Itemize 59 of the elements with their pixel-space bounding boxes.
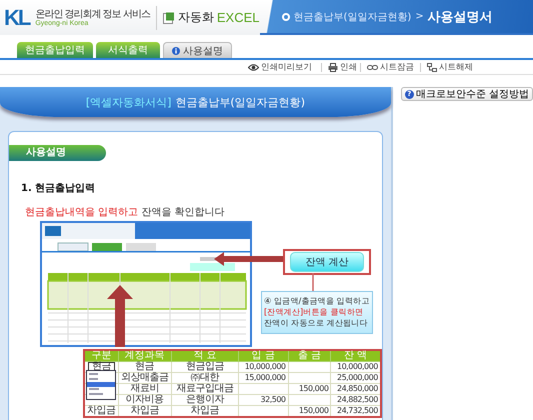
logo: KL xyxy=(4,6,30,28)
instruction-text: 현금출납내역을 입력하고 잔액을 확인합니다 xyxy=(25,206,226,219)
table-cell: 이자비용 xyxy=(126,394,164,405)
toolbar-link[interactable]: 시트해제 xyxy=(439,61,473,73)
spreadsheet-icon xyxy=(162,12,175,24)
step-title: 1. 현금출납입력 xyxy=(21,182,96,195)
service-name: 온라인 경리회계 정보 서비스 xyxy=(35,8,150,20)
table-cell: 현금 xyxy=(135,361,154,372)
callout-text: 잔액이 자동으로 계산됩니다 xyxy=(264,319,368,328)
table-cell: 10,000,000 xyxy=(337,362,378,371)
table-cell: 은행이자 xyxy=(186,394,224,405)
column-header: 적 요 xyxy=(171,350,238,362)
info-icon xyxy=(172,46,180,54)
column-header: 구분 xyxy=(84,350,118,362)
column-header: 입 금 xyxy=(238,350,288,362)
column-header: 계정과목 xyxy=(118,350,172,362)
banner-tag: [엑셀자동화서식] xyxy=(86,94,172,110)
breadcrumb-separator: > xyxy=(415,11,424,22)
column-header: 출 금 xyxy=(288,350,331,362)
table-cell: 150,000 xyxy=(298,406,328,415)
table-cell: 재료구입대금 xyxy=(176,383,234,394)
section-heading: 사용설명 xyxy=(9,145,106,161)
table-cell: 외상매출금 xyxy=(120,372,168,383)
link-icon xyxy=(367,64,378,70)
leader-line xyxy=(311,273,315,291)
table-cell: 24,882,500 xyxy=(337,395,378,404)
table-cell: 재료비 xyxy=(130,383,159,394)
breadcrumb-item: 현금출납부(일일자금현황) xyxy=(294,10,412,24)
page-title: 사용설명서 xyxy=(428,8,493,26)
table-cell: 현금입금 xyxy=(186,361,224,372)
circle-icon xyxy=(282,12,290,20)
balance-button[interactable]: 잔액 계산 xyxy=(290,252,364,272)
tab[interactable]: 사용설명 xyxy=(163,42,232,58)
dropdown-list-drawing xyxy=(86,370,116,400)
network-icon xyxy=(427,62,437,72)
product-suffix: EXCEL xyxy=(216,10,260,25)
table-cell: 차입금 xyxy=(130,405,159,416)
table-cell: 32,500 xyxy=(260,395,286,404)
arrow-icon xyxy=(214,252,284,266)
table-cell: 25,000,000 xyxy=(337,373,378,382)
column-header: 잔 액 xyxy=(330,350,381,362)
product-name: 자동화 xyxy=(178,9,214,26)
callout-text: ④ 입금액/출금액을 입력하고 xyxy=(264,297,368,306)
table-cell: 차입금 xyxy=(190,405,220,416)
table-cell: 10,000,000 xyxy=(244,362,286,371)
table-cell: 15,000,000 xyxy=(244,373,286,382)
table-cell: 24,850,000 xyxy=(337,384,378,393)
printer-icon xyxy=(328,62,338,72)
up-arrow-icon xyxy=(107,285,133,347)
eye-icon xyxy=(248,64,259,70)
table-cell: 150,000 xyxy=(298,384,328,393)
table-cell: ㈜대한 xyxy=(190,372,220,383)
callout-text: [잔액계산]버튼을 클릭하면 xyxy=(264,308,364,317)
table-cell: 차입금 xyxy=(87,405,116,416)
banner-title: 현금출납부(일일자금현황) xyxy=(175,94,305,110)
table-cell: 24,732,500 xyxy=(337,406,378,415)
toolbar-link[interactable]: 인쇄미리보기 xyxy=(261,61,312,73)
toolbar-link[interactable]: 시트잠금 xyxy=(380,61,414,73)
toolbar-link[interactable]: 인쇄 xyxy=(340,61,357,73)
